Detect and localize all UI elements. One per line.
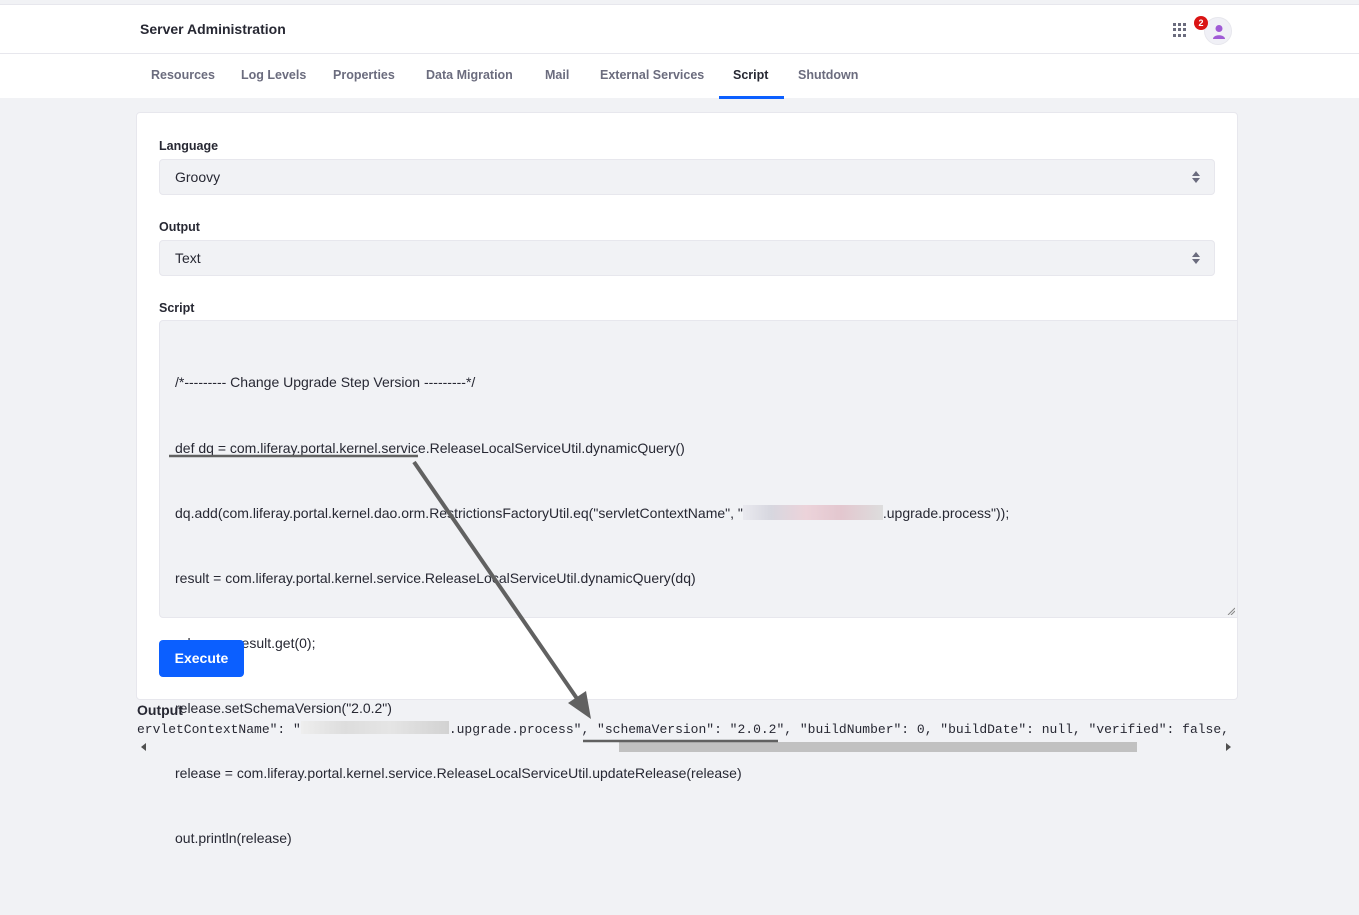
code-line: out.println(release) — [175, 830, 292, 847]
annotation-overlay — [169, 454, 778, 743]
arrow-shaft — [412, 460, 580, 702]
arrow-head-icon — [568, 691, 591, 719]
